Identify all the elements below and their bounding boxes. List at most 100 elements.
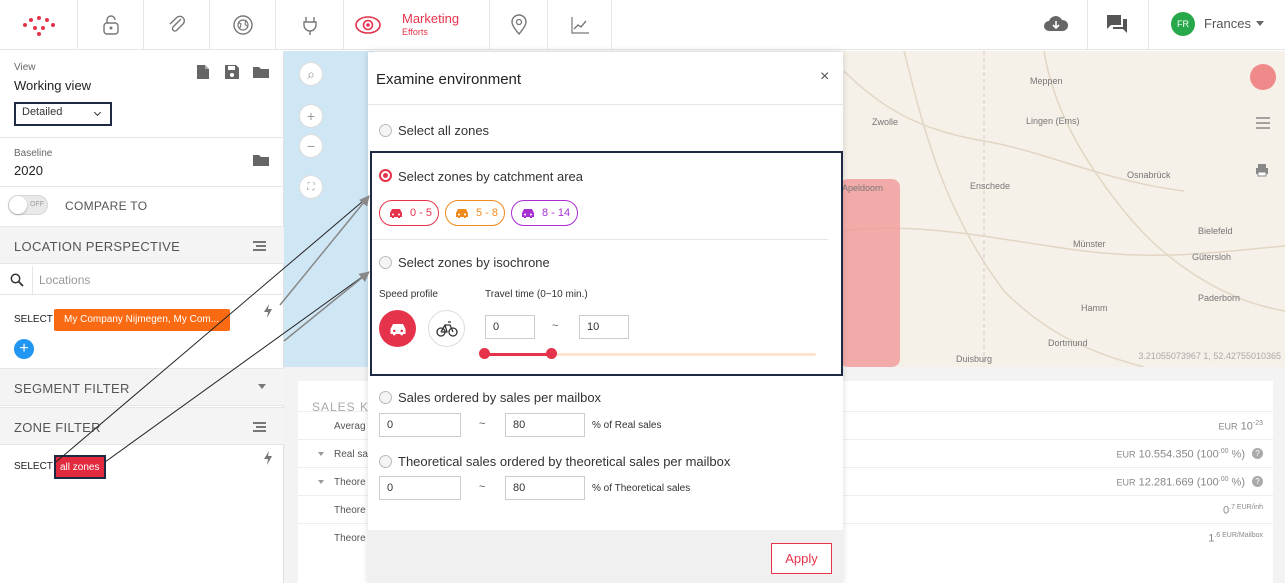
segment-filter-header[interactable]: SEGMENT FILTER [0,368,284,406]
dialog-footer: Apply [368,530,843,583]
speed-profile-label: Speed profile [379,289,438,300]
compare-toggle[interactable]: OFF [8,195,48,215]
speed-bike-button[interactable] [428,310,465,347]
baseline-value: 2020 [14,163,43,178]
top-bar: Marketing Efforts FR Frances [0,0,1285,50]
new-file-icon[interactable] [196,64,210,83]
option-label[interactable]: Select zones by isochrone [398,255,550,270]
car-icon [456,209,468,218]
add-location-button[interactable]: + [14,339,34,359]
menu-lines-icon[interactable] [253,241,266,253]
sales-unit-label: % of Real sales [592,420,662,431]
chevron-down-icon[interactable] [318,480,324,484]
fullscreen-icon[interactable]: ⛶ [300,176,322,198]
map-highlight-zone [840,179,900,367]
nav-marketing-efforts[interactable]: Marketing Efforts [344,0,490,50]
option-label[interactable]: Select all zones [398,123,489,138]
print-icon[interactable] [1255,163,1269,180]
radio-select-all-zones[interactable] [379,124,392,137]
chevron-down-icon[interactable] [1256,21,1264,26]
kpi-value: EUR 10-23 [1218,420,1263,433]
pill-label: 8 - 14 [542,207,571,219]
toggle-state: OFF [30,201,44,208]
sales-min-input[interactable]: 0 [379,413,461,437]
lightning-icon[interactable] [263,451,273,468]
avatar[interactable]: FR [1171,12,1195,36]
app-logo[interactable] [0,0,78,50]
city-label: Enschede [970,181,1011,191]
nav-plug[interactable] [276,0,344,50]
kpi-value: EUR 10.554.350 (100.00 %) [1116,448,1245,461]
list-icon[interactable] [1256,117,1270,132]
zoom-out-button[interactable]: − [300,135,322,157]
kpi-name: Theore [334,533,366,544]
nav-globe[interactable] [210,0,276,50]
car-icon [390,323,405,335]
city-label: Münster [1073,239,1106,249]
travel-min-input[interactable]: 0 [485,315,535,339]
kpi-name: Averag [334,421,366,432]
option-label[interactable]: Theoretical sales ordered by theoretical… [398,454,730,469]
location-chip[interactable]: My Company Nijmegen, My Com... [54,309,230,331]
radio-sales-per-mailbox[interactable] [379,391,392,404]
map-coordinates: 3.21055073967 1, 52.42755010365 [1138,351,1281,361]
divider [368,104,843,105]
slider-handle-max[interactable] [546,348,557,359]
catchment-pill-8-14[interactable]: 8 - 14 [511,200,578,226]
speed-car-button[interactable] [379,310,416,347]
nav-analytics[interactable] [548,0,612,50]
radio-select-by-catchment[interactable] [379,169,392,182]
zone-chip[interactable]: all zones [54,455,106,479]
bicycle-icon [435,320,458,337]
apply-button[interactable]: Apply [771,543,832,574]
user-name[interactable]: Frances [1204,16,1251,31]
save-icon[interactable] [224,64,240,83]
locations-search-input[interactable]: Locations [32,266,284,294]
theoretical-min-input[interactable]: 0 [379,476,461,500]
nav-attachment[interactable] [144,0,210,50]
layers-icon[interactable] [1250,64,1276,90]
catchment-pill-0-5[interactable]: 0 - 5 [379,200,439,226]
slider-handle-min[interactable] [479,348,490,359]
zoom-in-button[interactable]: + [300,105,322,127]
view-mode-select[interactable]: Detailed [14,102,112,126]
view-name: Working view [14,78,92,93]
option-label[interactable]: Sales ordered by sales per mailbox [398,390,601,405]
chevron-down-icon[interactable] [258,384,266,389]
menu-lines-icon[interactable] [253,422,266,434]
travel-max-input[interactable]: 10 [579,315,629,339]
theoretical-unit-label: % of Theoretical sales [592,483,691,494]
help-icon[interactable]: ? [1252,476,1263,487]
catchment-pill-5-8[interactable]: 5 - 8 [445,200,505,226]
chat-icon[interactable] [1105,13,1129,38]
select-label: SELECT [14,314,53,325]
close-icon[interactable]: × [820,68,829,86]
travel-time-slider-fill [483,353,551,356]
sales-max-input[interactable]: 80 [505,413,585,437]
option-label[interactable]: Select zones by catchment area [398,169,583,184]
travel-time-label: Travel time (0~10 min.) [485,289,588,300]
help-icon[interactable]: ? [1252,448,1263,459]
radio-select-by-isochrone[interactable] [379,256,392,269]
folder-icon[interactable] [252,65,270,82]
divider [0,137,284,138]
map-pin-icon [510,14,527,36]
range-separator: ~ [552,320,559,332]
nav-location[interactable] [490,0,548,50]
map-search-icon[interactable]: ⌕ [300,63,322,85]
cloud-download-icon[interactable] [1042,13,1070,38]
city-label: Paderborn [1198,293,1241,303]
theoretical-max-input[interactable]: 80 [505,476,585,500]
pill-label: 5 - 8 [476,207,499,219]
chevron-down-icon[interactable] [318,452,324,456]
folder-icon[interactable] [252,153,270,170]
lightning-icon[interactable] [263,304,273,321]
location-perspective-header[interactable]: LOCATION PERSPECTIVE [0,226,284,264]
nav-lock[interactable] [78,0,144,50]
chevron-down-icon [93,108,102,117]
zone-filter-header[interactable]: ZONE FILTER [0,407,284,445]
radio-theoretical-sales[interactable] [379,455,392,468]
marketing-title: Marketing [402,11,460,26]
view-label: View [14,62,36,73]
separator [1148,0,1149,50]
